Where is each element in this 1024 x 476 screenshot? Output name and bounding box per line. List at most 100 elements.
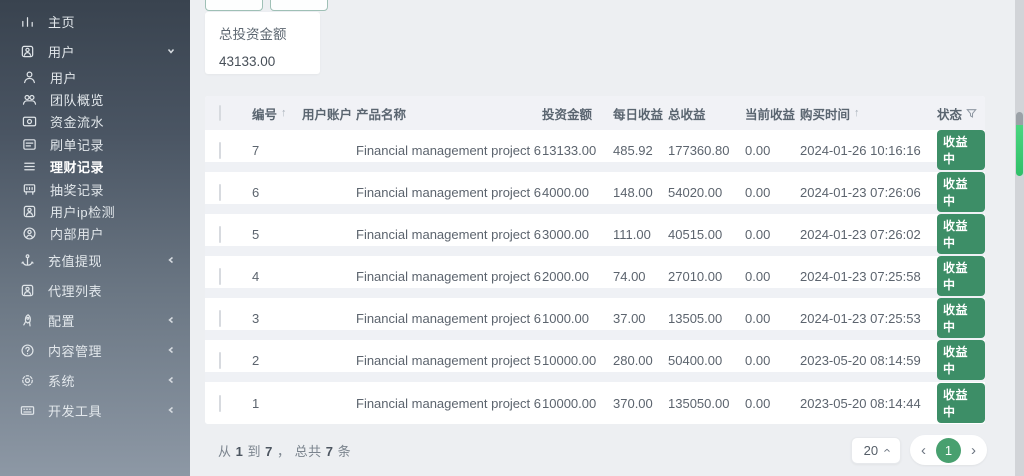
sidebar-item-fund-flow[interactable]: 资金流水 <box>0 111 190 133</box>
cell-product: Financial management project 5 <box>356 352 541 368</box>
column-header-id[interactable]: 编号 ↑ <box>252 104 302 123</box>
sidebar-item-label: 充值提现 <box>48 253 103 269</box>
table-row[interactable]: 1 Financial management project 6 10000.0… <box>205 382 985 424</box>
filter-funnel-icon[interactable] <box>966 108 977 119</box>
cell-id: 2 <box>252 352 260 368</box>
row-checkbox[interactable] <box>219 183 221 201</box>
cell-time: 2023-05-20 08:14:44 <box>800 395 921 411</box>
row-checkbox[interactable] <box>219 267 221 285</box>
main-content: 总投资金额 43133.00 编号 ↑ 用户账户 产品名称 投资金额 每日收益 … <box>190 0 1024 476</box>
sidebar-item-order-records[interactable]: 刷单记录 <box>0 133 190 155</box>
cell-current: 0.00 <box>745 226 771 242</box>
sidebar-item-team-overview[interactable]: 团队概览 <box>0 88 190 110</box>
sidebar-item-label: 配置 <box>48 313 76 329</box>
table-row[interactable]: 7 Financial management project 6 13133.0… <box>205 130 985 172</box>
sidebar: 主页 用户 用户 团队概览 资金流水 刷单记录 理财记录 抽奖记录 用户ip检测… <box>0 0 190 476</box>
column-header-total: 总收益 <box>668 107 706 122</box>
sort-asc-icon[interactable]: ↑ <box>854 107 860 119</box>
user-badge-icon <box>21 45 34 57</box>
status-badge: 收益中 <box>937 172 985 212</box>
chevron-left-icon <box>168 346 174 354</box>
cell-daily: 280.00 <box>613 352 653 368</box>
sidebar-item-user-ip-check[interactable]: 用户ip检测 <box>0 200 190 222</box>
cell-daily: 74.00 <box>613 268 646 284</box>
sidebar-item-dev-tools[interactable]: 开发工具 <box>0 395 190 425</box>
table-row[interactable]: 6 Financial management project 6 4000.00… <box>205 172 985 214</box>
scrollbar-track[interactable] <box>1015 0 1024 476</box>
cell-id: 1 <box>252 395 260 411</box>
sidebar-item-config[interactable]: 配置 <box>0 305 190 335</box>
sidebar-item-finance-records[interactable]: 理财记录 <box>0 156 190 178</box>
cell-current: 0.00 <box>745 268 771 284</box>
sort-asc-icon[interactable]: ↑ <box>281 107 287 119</box>
cell-current: 0.00 <box>745 395 771 411</box>
table-row[interactable]: 2 Financial management project 5 10000.0… <box>205 340 985 382</box>
row-checkbox[interactable] <box>219 309 221 327</box>
finance-records-table: 编号 ↑ 用户账户 产品名称 投资金额 每日收益 总收益 当前收益 购买时间 ↑… <box>205 96 985 424</box>
table-footer: 从 1 到 7 ， 总共 7 条 20 › ‹ 1 › <box>205 424 987 476</box>
sidebar-item-label: 主页 <box>48 14 76 30</box>
team-icon <box>22 94 37 105</box>
total-investment-card: 总投资金额 43133.00 <box>205 12 320 74</box>
cell-time: 2024-01-23 07:25:53 <box>800 310 921 326</box>
sidebar-item-label: 代理列表 <box>48 283 103 299</box>
next-page-button[interactable]: › <box>969 442 978 459</box>
stat-card-title: 总投资金额 <box>219 27 287 42</box>
sidebar-item-content-management[interactable]: 内容管理 <box>0 335 190 365</box>
sidebar-item-agent-list[interactable]: 代理列表 <box>0 275 190 305</box>
table-row[interactable]: 4 Financial management project 6 2000.00… <box>205 256 985 298</box>
cell-time: 2024-01-23 07:26:02 <box>800 226 921 242</box>
row-checkbox[interactable] <box>219 225 221 243</box>
user-icon <box>24 71 35 83</box>
prev-page-button[interactable]: ‹ <box>919 442 928 459</box>
cell-total: 40515.00 <box>668 226 723 242</box>
sidebar-item-label: 资金流水 <box>50 115 105 131</box>
chevron-left-icon <box>168 406 174 414</box>
cell-total: 135050.00 <box>668 395 730 411</box>
table-header-row: 编号 ↑ 用户账户 产品名称 投资金额 每日收益 总收益 当前收益 购买时间 ↑… <box>205 96 985 130</box>
sidebar-item-label: 系统 <box>48 373 76 389</box>
sidebar-item-home[interactable]: 主页 <box>0 6 190 36</box>
page-size-value: 20 <box>863 442 879 458</box>
table-row[interactable]: 3 Financial management project 6 1000.00… <box>205 298 985 340</box>
sidebar-item-users-group[interactable]: 用户 <box>0 36 190 66</box>
select-all-checkbox[interactable] <box>219 105 221 121</box>
sidebar-item-label: 刷单记录 <box>50 137 105 153</box>
cell-daily: 370.00 <box>613 395 653 411</box>
cell-id: 4 <box>252 268 260 284</box>
finance-list-icon <box>24 162 35 171</box>
toolbar-button-2[interactable] <box>270 0 328 11</box>
column-header-account: 用户账户 <box>302 107 353 122</box>
column-header-time[interactable]: 购买时间 ↑ <box>800 104 937 123</box>
sidebar-item-deposit-withdraw[interactable]: 充值提现 <box>0 245 190 275</box>
sidebar-item-label: 开发工具 <box>48 403 103 419</box>
sidebar-item-lottery-records[interactable]: 抽奖记录 <box>0 178 190 200</box>
cell-id: 5 <box>252 226 260 242</box>
table-row[interactable]: 5 Financial management project 6 3000.00… <box>205 214 985 256</box>
anchor-icon <box>21 253 34 266</box>
cell-time: 2024-01-26 10:16:16 <box>800 142 921 158</box>
sidebar-item-user[interactable]: 用户 <box>0 66 190 88</box>
internal-user-icon <box>23 227 36 240</box>
cell-total: 50400.00 <box>668 352 723 368</box>
row-checkbox[interactable] <box>219 141 221 159</box>
row-checkbox[interactable] <box>219 351 221 369</box>
column-header-product: 产品名称 <box>356 107 407 122</box>
cell-id: 3 <box>252 310 260 326</box>
column-header-daily: 每日收益 <box>613 107 664 122</box>
rocket-icon <box>23 313 31 327</box>
cell-total: 177360.80 <box>668 142 730 158</box>
page-size-select[interactable]: 20 › <box>851 436 901 464</box>
status-badge: 收益中 <box>937 214 985 254</box>
page-navigator: ‹ 1 › <box>910 435 987 465</box>
toolbar-button-1[interactable] <box>205 0 263 11</box>
scrollbar-thumb[interactable] <box>1016 112 1023 176</box>
sidebar-item-internal-users[interactable]: 内部用户 <box>0 223 190 245</box>
chevron-left-icon <box>168 376 174 384</box>
cell-time: 2024-01-23 07:26:06 <box>800 184 921 200</box>
row-checkbox[interactable] <box>219 394 221 412</box>
chevron-down-icon <box>167 48 175 54</box>
sidebar-item-system[interactable]: 系统 <box>0 365 190 395</box>
current-page-button[interactable]: 1 <box>936 437 961 463</box>
cell-time: 2024-01-23 07:25:58 <box>800 268 921 284</box>
